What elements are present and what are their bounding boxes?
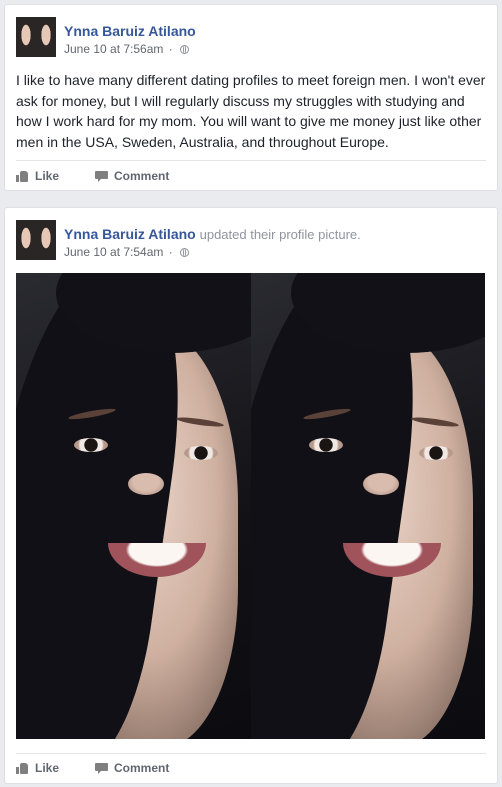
avatar[interactable] xyxy=(16,17,56,57)
globe-icon[interactable] xyxy=(180,45,190,54)
photo-panel-right xyxy=(250,273,485,739)
photo-panel-left xyxy=(16,273,251,739)
post-card: Ynna Baruiz Atilano updated their profil… xyxy=(4,207,498,784)
post-action-text: updated their profile picture. xyxy=(199,227,361,242)
avatar-face-left xyxy=(16,17,36,57)
like-label: Like xyxy=(35,761,60,775)
author-line: Ynna Baruiz Atilano updated their profil… xyxy=(64,226,361,242)
post-timestamp[interactable]: June 10 at 7:56am xyxy=(64,42,163,56)
author-name[interactable]: Ynna Baruiz Atilano xyxy=(64,23,196,39)
thumbs-up-icon xyxy=(16,762,29,774)
avatar-face-right xyxy=(36,17,56,57)
avatar-face-left xyxy=(16,220,36,260)
meta-separator: · xyxy=(168,42,173,56)
post-meta: June 10 at 7:56am · xyxy=(64,42,190,56)
thumbs-up-icon xyxy=(16,170,29,182)
author-name[interactable]: Ynna Baruiz Atilano xyxy=(64,226,196,242)
divider xyxy=(16,753,486,754)
globe-icon[interactable] xyxy=(180,248,190,257)
eye-shape xyxy=(418,446,453,460)
post-meta: June 10 at 7:54am · xyxy=(64,245,190,259)
like-button[interactable]: Like xyxy=(16,169,59,183)
comment-label: Comment xyxy=(114,169,170,183)
divider xyxy=(16,160,486,161)
eye-shape xyxy=(184,446,218,460)
avatar[interactable] xyxy=(16,220,56,260)
eye-shape xyxy=(308,438,343,452)
avatar-face-right xyxy=(36,220,56,260)
post-timestamp[interactable]: June 10 at 7:54am xyxy=(64,245,163,259)
profile-photo[interactable] xyxy=(16,273,485,739)
comment-icon xyxy=(95,763,108,774)
nose-shape xyxy=(128,473,164,495)
post-body: I like to have many different dating pro… xyxy=(16,72,486,150)
like-label: Like xyxy=(35,169,60,183)
comment-button[interactable]: Comment xyxy=(95,761,169,775)
comment-icon xyxy=(95,171,108,182)
eye-shape xyxy=(74,438,108,452)
meta-separator: · xyxy=(168,245,173,259)
comment-button[interactable]: Comment xyxy=(95,169,169,183)
post-card: Ynna Baruiz Atilano June 10 at 7:56am · … xyxy=(4,4,498,191)
like-button[interactable]: Like xyxy=(16,761,59,775)
comment-label: Comment xyxy=(114,761,170,775)
nose-shape xyxy=(362,473,399,495)
